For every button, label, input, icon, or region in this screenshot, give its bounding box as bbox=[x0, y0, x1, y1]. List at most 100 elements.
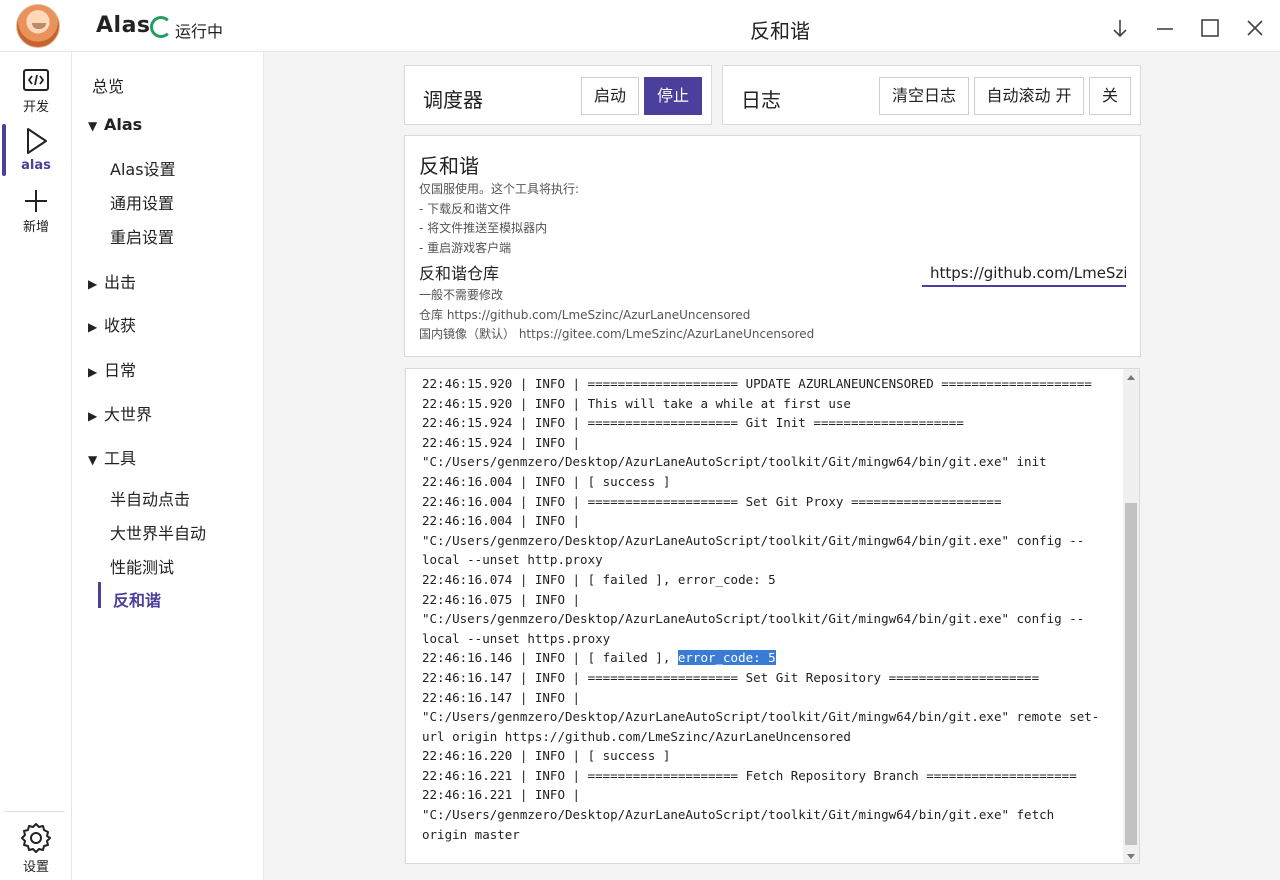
log-line: 22:46:16.147 | INFO | ==================… bbox=[422, 669, 1040, 685]
caret-right-icon: ▶ bbox=[88, 277, 98, 291]
scheduler-card: 调度器 启动 停止 bbox=[404, 65, 712, 125]
menu-group-label: 大世界 bbox=[104, 405, 153, 424]
menu-group-label: 出击 bbox=[104, 273, 137, 292]
scrollbar-thumb[interactable] bbox=[1125, 503, 1137, 845]
log-line: 22:46:16.221 | INFO | ==================… bbox=[422, 767, 1077, 783]
log-line: 22:46:15.920 | INFO | ==================… bbox=[422, 376, 1092, 391]
log-line: url origin https://github.com/LmeSzinc/A… bbox=[422, 728, 851, 744]
play-icon bbox=[27, 128, 47, 154]
rail-label-settings: 设置 bbox=[22, 860, 49, 875]
maximize-icon[interactable] bbox=[1198, 16, 1222, 40]
log-line: 22:46:16.004 | INFO | ==================… bbox=[422, 493, 1002, 509]
menu-item-alas-settings[interactable]: Alas设置 bbox=[110, 156, 176, 180]
caret-right-icon: ▶ bbox=[88, 409, 98, 423]
gear-icon bbox=[21, 823, 51, 853]
menu-group-sortie[interactable]: ▶ 出击 bbox=[88, 269, 136, 293]
log-line: 22:46:15.920 | INFO | This will take a w… bbox=[422, 395, 851, 411]
tool-description: 仅国服使用。这个工具将执行: - 下载反和谐文件 - 将文件推送至模拟器内 - … bbox=[419, 180, 579, 258]
log-line: 22:46:16.147 | INFO | bbox=[422, 689, 581, 705]
selected-text: error_code: 5 bbox=[677, 650, 776, 666]
repo-url-input[interactable] bbox=[922, 260, 1126, 287]
menu-group-daily[interactable]: ▶ 日常 bbox=[88, 357, 136, 381]
rail-divider bbox=[4, 811, 65, 812]
menu-group-opsi[interactable]: ▶ 大世界 bbox=[88, 401, 152, 425]
log-line: 22:46:16.075 | INFO | bbox=[422, 591, 581, 607]
caret-right-icon: ▶ bbox=[88, 320, 98, 334]
help-line: 国内镜像（默认） https://gitee.com/LmeSzinc/Azur… bbox=[419, 327, 815, 341]
menu-group-label: 收获 bbox=[104, 316, 137, 335]
menu-group-alas[interactable]: ▼ Alas bbox=[88, 115, 142, 134]
log-line: 22:46:16.004 | INFO | [ success ] bbox=[422, 473, 671, 489]
tool-card: 反和谐 仅国服使用。这个工具将执行: - 下载反和谐文件 - 将文件推送至模拟器… bbox=[404, 135, 1141, 357]
side-menu: 总览 ▼ Alas Alas设置 通用设置 重启设置 ▶ 出击 ▶ 收获 ▶ 日常 ▶ 大… bbox=[72, 52, 264, 880]
plus-icon bbox=[25, 190, 47, 212]
log-scrollbar[interactable] bbox=[1123, 369, 1139, 863]
log-line: "C:/Users/genmzero/Desktop/AzurLaneAutoS… bbox=[422, 709, 1100, 725]
rail-item-alas[interactable]: alas bbox=[0, 126, 72, 182]
menu-item-restart-settings[interactable]: 重启设置 bbox=[110, 224, 174, 248]
log-line-text: 22:46:16.146 | INFO | [ failed ], bbox=[422, 650, 678, 666]
menu-item-semi-auto-click[interactable]: 半自动点击 bbox=[110, 486, 190, 510]
log-line: "C:/Users/genmzero/Desktop/AzurLaneAutoS… bbox=[422, 532, 1085, 548]
autoscroll-off-button[interactable]: 关 bbox=[1089, 77, 1131, 115]
log-title: 日志 bbox=[741, 88, 781, 112]
scroll-up-icon[interactable] bbox=[1127, 375, 1135, 380]
start-button[interactable]: 启动 bbox=[581, 77, 639, 115]
menu-group-label: Alas bbox=[104, 115, 143, 134]
menu-group-label: 日常 bbox=[104, 361, 137, 380]
menu-group-label: 工具 bbox=[104, 449, 137, 468]
minimize-icon[interactable] bbox=[1153, 16, 1177, 40]
log-line: "C:/Users/genmzero/Desktop/AzurLaneAutoS… bbox=[422, 611, 1085, 627]
menu-overview[interactable]: 总览 bbox=[92, 73, 124, 97]
menu-item-benchmark[interactable]: 性能测试 bbox=[110, 554, 174, 578]
log-line: 22:46:15.924 | INFO | ==================… bbox=[422, 415, 964, 431]
stop-button[interactable]: 停止 bbox=[644, 77, 702, 115]
desc-line: - 将文件推送至模拟器内 bbox=[419, 221, 548, 235]
rail-item-settings[interactable]: 设置 bbox=[0, 822, 72, 878]
log-line: 22:46:16.221 | INFO | bbox=[422, 787, 581, 803]
menu-active-indicator bbox=[98, 582, 101, 608]
log-line: "C:/Users/genmzero/Desktop/AzurLaneAutoS… bbox=[422, 454, 1047, 470]
help-line: 仓库 https://github.com/LmeSzinc/AzurLaneU… bbox=[419, 307, 751, 322]
scroll-down-icon[interactable] bbox=[1127, 854, 1135, 859]
log-lines: 22:46:15.920 | INFO | ==================… bbox=[422, 374, 1112, 844]
rail-item-add[interactable]: 新增 bbox=[0, 188, 72, 244]
log-line: local --unset https.proxy bbox=[422, 630, 611, 646]
log-line: 22:46:16.220 | INFO | [ success ] bbox=[422, 748, 671, 764]
log-control-card: 日志 清空日志 自动滚动 开 关 bbox=[722, 65, 1141, 125]
repo-title: 反和谐仓库 bbox=[419, 264, 500, 283]
log-output[interactable]: 22:46:15.920 | INFO | ==================… bbox=[405, 368, 1140, 864]
log-line: local --unset http.proxy bbox=[422, 552, 603, 568]
tool-title: 反和谐 bbox=[419, 154, 479, 178]
rail-label-develop: 开发 bbox=[22, 100, 49, 115]
scheduler-title: 调度器 bbox=[423, 88, 483, 112]
clear-log-button[interactable]: 清空日志 bbox=[879, 77, 969, 115]
menu-item-general-settings[interactable]: 通用设置 bbox=[110, 190, 174, 214]
menu-group-harvest[interactable]: ▶ 收获 bbox=[88, 312, 136, 336]
rail-item-develop[interactable]: 开发 bbox=[0, 68, 72, 124]
menu-item-opsi-semi-auto[interactable]: 大世界半自动 bbox=[110, 520, 206, 544]
caret-down-icon: ▼ bbox=[88, 119, 98, 133]
log-line: "C:/Users/genmzero/Desktop/AzurLaneAutoS… bbox=[422, 807, 1055, 823]
desc-line: - 下载反和谐文件 bbox=[419, 201, 512, 216]
log-line-with-selection: 22:46:16.146 | INFO | [ failed ], error_… bbox=[422, 648, 1112, 668]
icon-rail: 开发 alas 新增 设置 bbox=[0, 52, 72, 880]
caret-right-icon: ▶ bbox=[88, 365, 98, 379]
log-line: 22:46:16.074 | INFO | [ failed ], error_… bbox=[422, 571, 776, 587]
rail-label-alas: alas bbox=[21, 158, 51, 173]
rail-label-add: 新增 bbox=[22, 220, 49, 235]
help-line: 一般不需要修改 bbox=[419, 288, 504, 302]
menu-group-tools[interactable]: ▼ 工具 bbox=[88, 445, 136, 469]
caret-down-icon: ▼ bbox=[88, 453, 98, 467]
code-icon bbox=[23, 69, 49, 91]
window-title: 反和谐 bbox=[750, 19, 810, 43]
autoscroll-on-button[interactable]: 自动滚动 开 bbox=[974, 77, 1084, 115]
close-icon[interactable] bbox=[1243, 16, 1267, 40]
log-line: 22:46:15.924 | INFO | bbox=[422, 434, 581, 450]
log-line: 22:46:16.004 | INFO | bbox=[422, 513, 581, 529]
menu-item-uncensored[interactable]: 反和谐 bbox=[113, 587, 161, 611]
desc-line: - 重启游戏客户端 bbox=[419, 240, 512, 255]
desc-line: 仅国服使用。这个工具将执行: bbox=[419, 182, 580, 196]
repo-help: 一般不需要修改 仓库 https://github.com/LmeSzinc/A… bbox=[419, 286, 814, 345]
arrow-down-icon[interactable] bbox=[1108, 16, 1132, 40]
